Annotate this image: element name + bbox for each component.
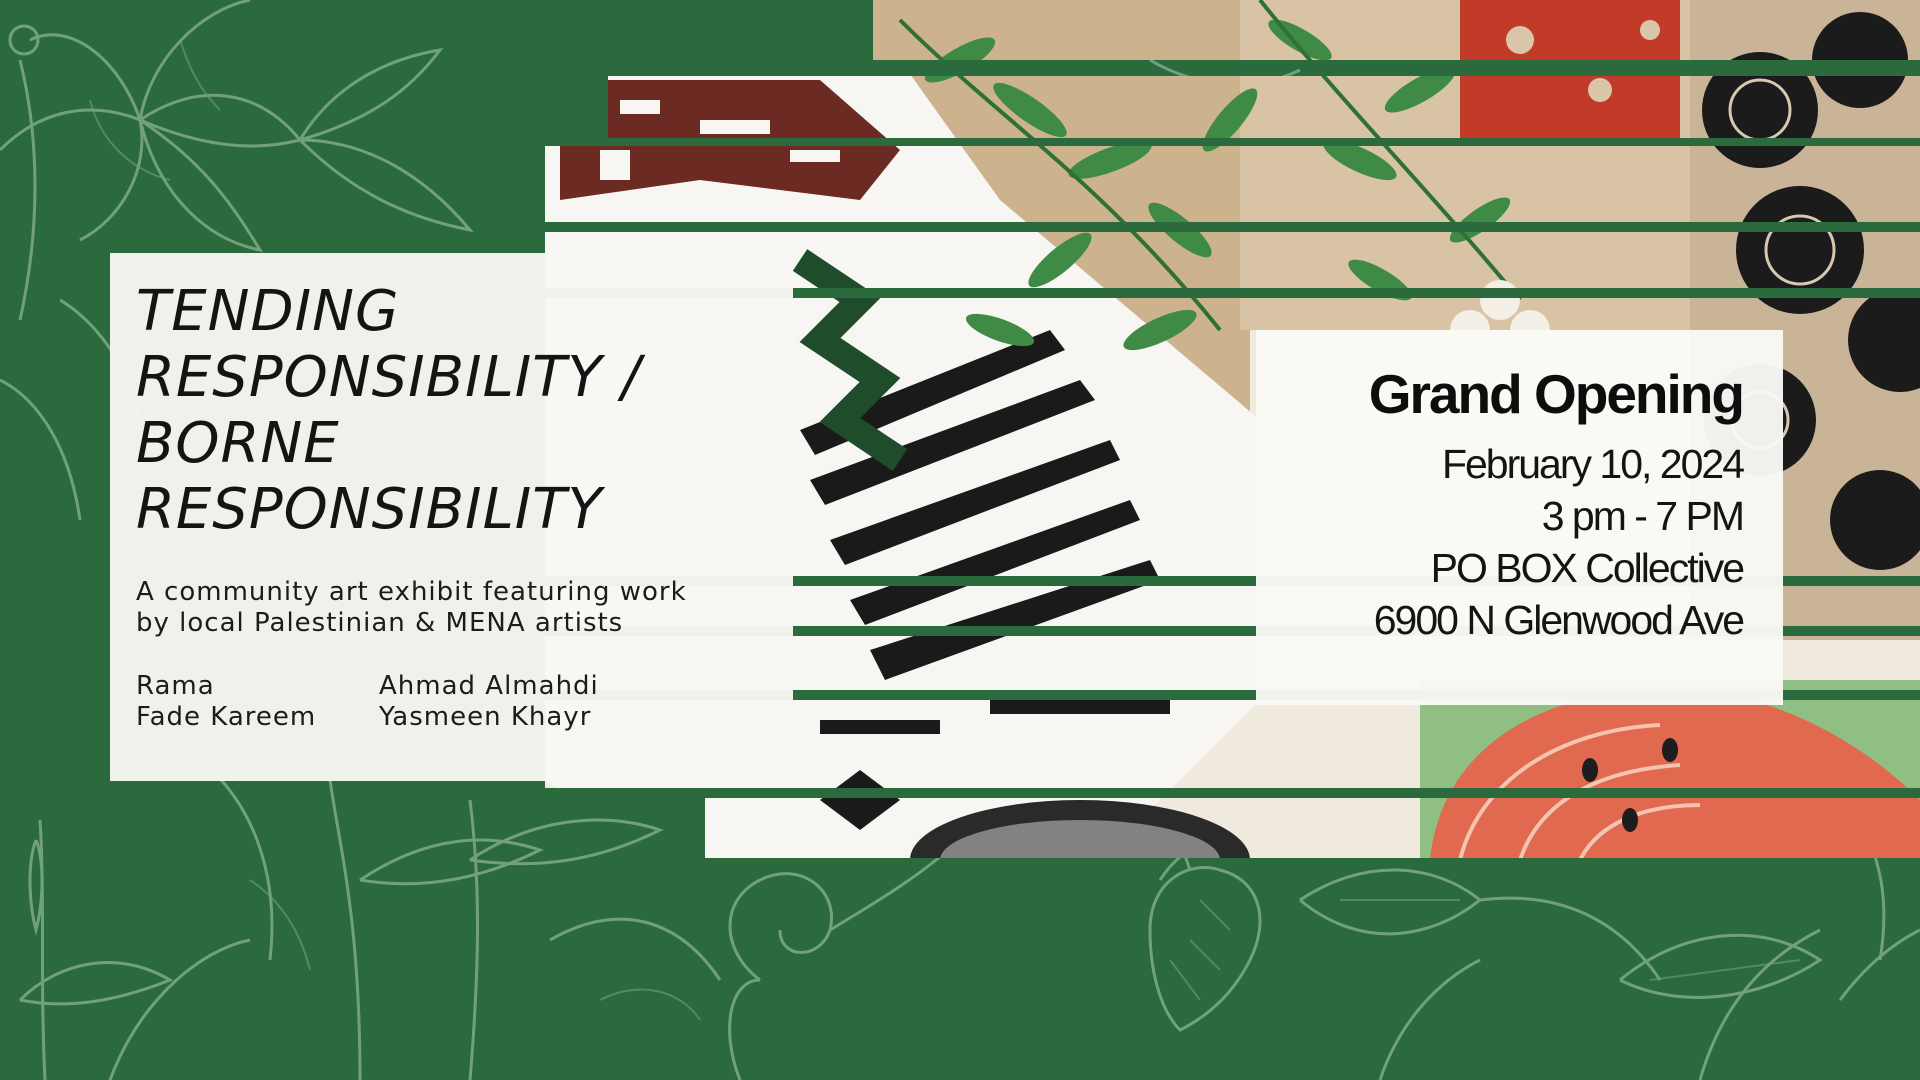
event-flyer: TENDING RESPONSIBILITY / BORNE RESPONSIB…	[0, 0, 1920, 1080]
exhibit-title-line: TENDING	[136, 279, 400, 344]
exhibit-title: TENDING RESPONSIBILITY / BORNE RESPONSIB…	[136, 279, 767, 543]
exhibit-description-line: by local Palestinian & MENA artists	[136, 608, 624, 638]
event-date: February 10, 2024	[1441, 441, 1745, 487]
exhibit-info-card: TENDING RESPONSIBILITY / BORNE RESPONSIB…	[110, 253, 793, 781]
event-time: 3 pm - 7 PM	[1541, 493, 1745, 539]
exhibit-title-line: BORNE	[136, 411, 340, 476]
exhibit-description: A community art exhibit featuring work b…	[136, 577, 767, 639]
exhibit-description-line: A community art exhibit featuring work	[136, 577, 687, 607]
event-address: 6900 N Glenwood Ave	[1373, 597, 1745, 643]
grand-opening-card: Grand Opening February 10, 2024 3 pm - 7…	[1256, 330, 1783, 705]
artist-list: Rama Ahmad Almahdi Fade Kareem Yasmeen K…	[136, 671, 767, 733]
event-details: February 10, 2024 3 pm - 7 PM PO BOX Col…	[1256, 438, 1745, 646]
grand-opening-heading: Grand Opening	[1368, 363, 1745, 425]
event-venue: PO BOX Collective	[1430, 545, 1745, 591]
artist-name: Yasmeen Khayr	[379, 702, 592, 732]
artist-name: Rama	[136, 671, 215, 701]
artist-name: Fade Kareem	[136, 702, 317, 732]
exhibit-title-line: RESPONSIBILITY /	[136, 345, 642, 410]
exhibit-title-line: RESPONSIBILITY	[136, 477, 603, 542]
artist-name: Ahmad Almahdi	[379, 671, 599, 701]
